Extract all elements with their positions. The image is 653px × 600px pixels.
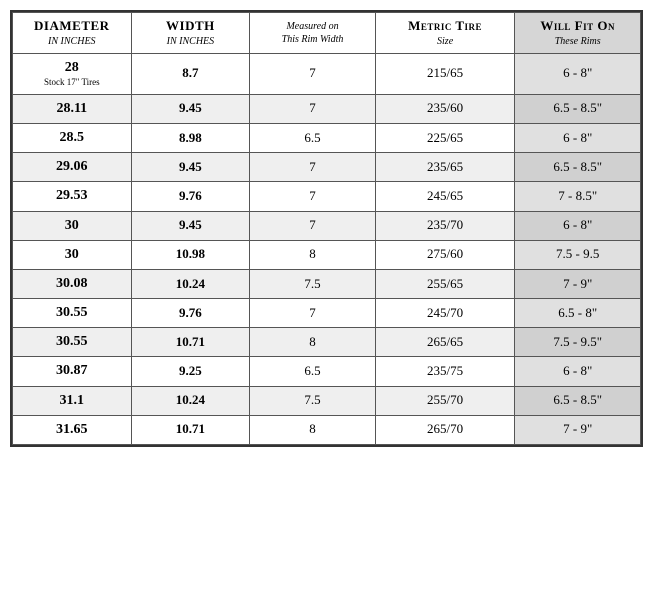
cell-measured: 6.5 <box>250 357 376 386</box>
cell-width: 9.45 <box>131 153 250 182</box>
cell-diameter: 28Stock 17" Tires <box>13 53 132 94</box>
header-will-fit: Will Fit On These Rims <box>515 13 641 54</box>
cell-metric: 235/65 <box>375 153 515 182</box>
cell-will-fit: 7.5 - 9.5" <box>515 328 641 357</box>
cell-width: 8.7 <box>131 53 250 94</box>
table-row: 30.559.767245/706.5 - 8" <box>13 299 641 328</box>
header-width: WIDTH IN INCHES <box>131 13 250 54</box>
table-row: 28.58.986.5225/656 - 8" <box>13 123 641 152</box>
cell-diameter: 28.5 <box>13 123 132 152</box>
cell-metric: 265/70 <box>375 415 515 444</box>
cell-measured: 6.5 <box>250 123 376 152</box>
cell-will-fit: 6.5 - 8.5" <box>515 153 641 182</box>
cell-width: 10.71 <box>131 328 250 357</box>
cell-metric: 265/65 <box>375 328 515 357</box>
cell-width: 9.25 <box>131 357 250 386</box>
cell-will-fit: 7.5 - 9.5 <box>515 240 641 269</box>
cell-will-fit: 7 - 9" <box>515 415 641 444</box>
cell-width: 10.71 <box>131 415 250 444</box>
cell-will-fit: 6 - 8" <box>515 357 641 386</box>
cell-width: 10.24 <box>131 269 250 298</box>
cell-diameter: 30.08 <box>13 269 132 298</box>
cell-width: 9.45 <box>131 94 250 123</box>
cell-width: 10.24 <box>131 386 250 415</box>
cell-measured: 7 <box>250 299 376 328</box>
cell-measured: 8 <box>250 240 376 269</box>
cell-measured: 8 <box>250 415 376 444</box>
cell-metric: 215/65 <box>375 53 515 94</box>
cell-will-fit: 6 - 8" <box>515 123 641 152</box>
cell-diameter: 31.65 <box>13 415 132 444</box>
cell-width: 10.98 <box>131 240 250 269</box>
cell-diameter: 30 <box>13 211 132 240</box>
cell-width: 9.76 <box>131 182 250 211</box>
cell-diameter: 30.87 <box>13 357 132 386</box>
cell-measured: 7.5 <box>250 269 376 298</box>
cell-will-fit: 6.5 - 8" <box>515 299 641 328</box>
table-row: 29.539.767245/657 - 8.5" <box>13 182 641 211</box>
cell-metric: 255/65 <box>375 269 515 298</box>
cell-metric: 245/70 <box>375 299 515 328</box>
cell-measured: 8 <box>250 328 376 357</box>
cell-measured: 7 <box>250 94 376 123</box>
cell-metric: 235/60 <box>375 94 515 123</box>
header-metric: Metric Tire Size <box>375 13 515 54</box>
cell-diameter: 31.1 <box>13 386 132 415</box>
cell-will-fit: 7 - 8.5" <box>515 182 641 211</box>
cell-will-fit: 7 - 9" <box>515 269 641 298</box>
cell-diameter: 30.55 <box>13 299 132 328</box>
table-row: 30.879.256.5235/756 - 8" <box>13 357 641 386</box>
cell-metric: 225/65 <box>375 123 515 152</box>
table-row: 31.110.247.5255/706.5 - 8.5" <box>13 386 641 415</box>
cell-will-fit: 6.5 - 8.5" <box>515 386 641 415</box>
cell-diameter: 29.53 <box>13 182 132 211</box>
cell-metric: 235/70 <box>375 211 515 240</box>
table-row: 29.069.457235/656.5 - 8.5" <box>13 153 641 182</box>
header-measured: Measured on This Rim Width <box>250 13 376 54</box>
table-row: 30.5510.718265/657.5 - 9.5" <box>13 328 641 357</box>
cell-diameter: 29.06 <box>13 153 132 182</box>
table-row: 3010.988275/607.5 - 9.5 <box>13 240 641 269</box>
table-row: 28Stock 17" Tires8.77215/656 - 8" <box>13 53 641 94</box>
cell-will-fit: 6 - 8" <box>515 53 641 94</box>
rim-size-table: DIAMETER IN INCHES WIDTH IN INCHES Measu… <box>10 10 643 447</box>
cell-metric: 255/70 <box>375 386 515 415</box>
cell-measured: 7.5 <box>250 386 376 415</box>
cell-width: 9.76 <box>131 299 250 328</box>
cell-diameter: 28.11 <box>13 94 132 123</box>
cell-measured: 7 <box>250 153 376 182</box>
cell-diameter: 30.55 <box>13 328 132 357</box>
cell-measured: 7 <box>250 53 376 94</box>
cell-metric: 275/60 <box>375 240 515 269</box>
cell-will-fit: 6.5 - 8.5" <box>515 94 641 123</box>
cell-metric: 235/75 <box>375 357 515 386</box>
table-row: 31.6510.718265/707 - 9" <box>13 415 641 444</box>
cell-diameter: 30 <box>13 240 132 269</box>
cell-width: 8.98 <box>131 123 250 152</box>
table-row: 30.0810.247.5255/657 - 9" <box>13 269 641 298</box>
table-row: 309.457235/706 - 8" <box>13 211 641 240</box>
table-row: 28.119.457235/606.5 - 8.5" <box>13 94 641 123</box>
cell-will-fit: 6 - 8" <box>515 211 641 240</box>
cell-metric: 245/65 <box>375 182 515 211</box>
header-diameter: DIAMETER IN INCHES <box>13 13 132 54</box>
cell-measured: 7 <box>250 211 376 240</box>
cell-width: 9.45 <box>131 211 250 240</box>
cell-measured: 7 <box>250 182 376 211</box>
